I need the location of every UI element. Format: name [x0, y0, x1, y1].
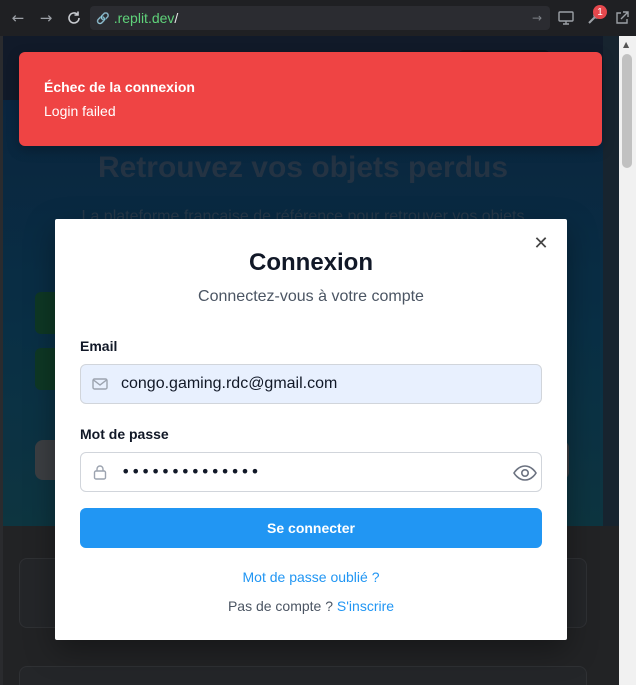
modal-subtitle: Connectez-vous à votre compte	[198, 288, 424, 305]
url-path: /	[174, 10, 179, 26]
mail-icon	[92, 378, 108, 390]
password-field[interactable]: ••••••••••••••	[80, 452, 542, 492]
no-account-text: Pas de compte ?	[227, 598, 337, 614]
url-domain: .replit.dev	[113, 10, 175, 26]
lock-icon	[93, 465, 107, 480]
back-arrow-icon[interactable]: ←	[4, 4, 32, 32]
go-arrow-icon[interactable]: →	[532, 11, 542, 25]
wrench-icon[interactable]: 1	[580, 4, 608, 32]
monitor-icon[interactable]	[552, 4, 580, 32]
toast-description: Login failed	[44, 103, 116, 119]
eye-icon[interactable]	[513, 463, 537, 483]
scrollbar-thumb[interactable]	[622, 54, 632, 168]
password-value: ••••••••••••••	[121, 462, 261, 481]
error-toast[interactable]: Échec de la connexion Login failed	[19, 52, 602, 146]
email-label: Email	[80, 338, 118, 354]
modal-title: Connexion	[249, 249, 373, 276]
forward-arrow-icon[interactable]: →	[32, 4, 60, 32]
link-icon: 🔗	[96, 11, 110, 25]
forgot-password-link[interactable]: Mot de passe oublié ?	[55, 569, 567, 585]
login-button[interactable]: Se connecter	[80, 508, 542, 548]
address-bar[interactable]: 🔗 .replit.dev / →	[90, 6, 550, 30]
email-field[interactable]: congo.gaming.rdc@gmail.com	[80, 364, 542, 404]
toast-title: Échec de la connexion	[44, 79, 195, 95]
reload-icon[interactable]	[60, 4, 88, 32]
scroll-up-arrow-icon[interactable]: ▲	[623, 40, 629, 49]
login-modal: ✕ Connexion Connectez-vous à votre compt…	[55, 219, 567, 640]
browser-toolbar: ← → 🔗 .replit.dev / → 1	[0, 0, 636, 36]
signup-prompt: Pas de compte ? S'inscrire	[55, 598, 567, 614]
notification-badge: 1	[593, 5, 607, 19]
scrollbar[interactable]: ▲	[619, 36, 636, 685]
signup-link[interactable]: S'inscrire	[337, 598, 394, 614]
external-link-icon[interactable]	[608, 4, 636, 32]
email-value: congo.gaming.rdc@gmail.com	[121, 375, 338, 392]
password-label: Mot de passe	[80, 426, 169, 442]
